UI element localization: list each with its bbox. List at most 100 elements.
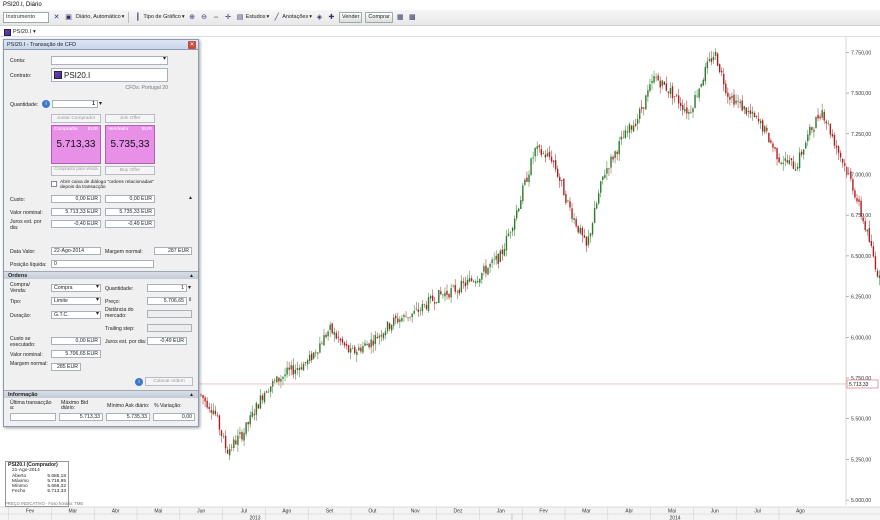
candle-body bbox=[827, 123, 829, 124]
candle-body bbox=[721, 70, 723, 73]
contract-field[interactable]: PSI20.I bbox=[51, 68, 168, 82]
candle-body bbox=[811, 127, 813, 130]
buy-offer-button[interactable]: Buy Offer bbox=[105, 166, 155, 175]
candle-body bbox=[472, 281, 475, 283]
zoom-out-icon[interactable]: ⊖ bbox=[200, 13, 209, 22]
candle-body bbox=[751, 111, 754, 114]
candle-body bbox=[716, 53, 719, 66]
candle-body bbox=[362, 346, 364, 353]
related-orders-checkbox[interactable] bbox=[51, 181, 57, 187]
stepper-icon[interactable]: ⇕ bbox=[188, 297, 192, 303]
collapse-icon[interactable]: ▲ bbox=[188, 195, 193, 201]
sell-button[interactable]: Vender bbox=[338, 12, 363, 23]
info-icon[interactable]: i bbox=[135, 378, 143, 386]
candle-body bbox=[616, 151, 618, 155]
buy-button[interactable]: Comprar bbox=[365, 12, 393, 23]
period-dropdown[interactable]: Diário, Automático ▾ bbox=[76, 12, 124, 23]
candle-body bbox=[530, 158, 532, 175]
candle-body bbox=[677, 95, 680, 104]
join-buyer-button[interactable]: Juntar Comprador bbox=[51, 114, 101, 123]
candle-body bbox=[792, 161, 795, 169]
close-icon[interactable]: ✕ bbox=[188, 41, 196, 49]
annotations-dropdown[interactable]: ╱ Anotações ▾ bbox=[272, 12, 312, 23]
type-select[interactable]: Limite bbox=[51, 297, 101, 305]
join-offer-button[interactable]: Join Offer bbox=[105, 114, 155, 123]
y-tick-label: 6.750,00 bbox=[851, 213, 871, 219]
candle-body bbox=[388, 323, 391, 329]
candle-body bbox=[294, 369, 296, 374]
candle-body bbox=[468, 278, 471, 282]
info-section-header[interactable]: Informação ▲ bbox=[4, 390, 198, 398]
market-dist-input[interactable] bbox=[147, 310, 192, 318]
settings-icon[interactable]: ▩ bbox=[408, 13, 417, 22]
candle-body bbox=[300, 367, 303, 370]
lock-icon[interactable]: ▣ bbox=[64, 13, 73, 22]
candle-body bbox=[809, 126, 811, 136]
trailing-input[interactable] bbox=[147, 324, 192, 332]
duration-select[interactable]: G.T.C. bbox=[51, 311, 101, 319]
candle-body bbox=[265, 391, 268, 393]
account-select[interactable] bbox=[51, 56, 168, 65]
candle-body bbox=[837, 146, 840, 153]
candle-body bbox=[729, 96, 731, 100]
candle-body bbox=[807, 134, 809, 142]
x-tick-label: Fev bbox=[26, 509, 35, 515]
zoom-in-icon[interactable]: ⊕ bbox=[188, 13, 197, 22]
candle-body bbox=[417, 309, 419, 312]
bid-price-box[interactable]: Comprador EUR 5.713,33 bbox=[51, 125, 101, 164]
instrument-input[interactable]: Instrumento bbox=[3, 12, 49, 23]
close-icon[interactable]: ✕ bbox=[52, 13, 61, 22]
candle-body bbox=[270, 386, 272, 392]
candle-body bbox=[401, 317, 403, 322]
candle-body bbox=[774, 147, 776, 149]
chart-type-dropdown[interactable]: ┃ Tipo de Gráfico ▾ bbox=[133, 12, 185, 23]
candle-body bbox=[376, 337, 378, 339]
alert-icon[interactable]: ▦ bbox=[396, 13, 405, 22]
candle-body bbox=[762, 120, 764, 132]
candle-body bbox=[817, 114, 819, 119]
x-tick-label: Mai bbox=[668, 509, 676, 515]
candle-body bbox=[577, 225, 579, 233]
candle-body bbox=[202, 395, 204, 398]
candle-body bbox=[641, 106, 643, 109]
candle-body bbox=[298, 367, 301, 370]
chevron-down-icon[interactable]: ▾ bbox=[99, 100, 102, 107]
orders-section-header[interactable]: Ordens ▲ bbox=[4, 271, 198, 279]
ask-price-box[interactable]: Vendedor EUR 5.735,33 bbox=[105, 125, 155, 164]
sell-to-buyer-button[interactable]: Comprador para Venda bbox=[51, 166, 101, 176]
candle-body bbox=[233, 439, 235, 448]
candle-body bbox=[405, 316, 407, 318]
candle-body bbox=[602, 176, 604, 181]
candle-body bbox=[764, 126, 766, 133]
ohlc-key: Fecho bbox=[12, 489, 26, 495]
candle-body bbox=[563, 178, 565, 196]
instrument-icon bbox=[54, 71, 62, 79]
chevron-down-icon: ▾ bbox=[309, 14, 312, 20]
place-order-button[interactable]: Colocar ordem bbox=[145, 377, 193, 386]
candle-body bbox=[561, 179, 563, 181]
exec-cost-value: 0,00 EUR bbox=[51, 337, 101, 345]
tab-psi20[interactable]: PSI20.I ▾ bbox=[4, 28, 36, 37]
chevron-down-icon: ▾ bbox=[121, 14, 125, 20]
interest-bid: -0,40 EUR bbox=[51, 220, 101, 228]
bid-price: 5.713,33 bbox=[56, 139, 96, 150]
candle-body bbox=[442, 294, 444, 296]
crosshair-icon[interactable]: ✛ bbox=[224, 13, 233, 22]
studies-dropdown[interactable]: ▤ Estudos ▾ bbox=[236, 12, 269, 23]
candle-body bbox=[714, 51, 717, 57]
candle-body bbox=[534, 147, 536, 157]
separator bbox=[128, 12, 130, 23]
toolbar: Instrumento ✕ ▣ Diário, Automático ▾ ┃ Tip… bbox=[0, 10, 880, 26]
quantity-input[interactable]: 1 bbox=[52, 100, 98, 108]
price-input[interactable]: 5.706,65 bbox=[147, 297, 187, 305]
chevron-down-icon[interactable]: ▾ bbox=[188, 284, 191, 291]
buysell-select[interactable]: Compra bbox=[51, 284, 101, 292]
pan-icon[interactable]: ⇔ bbox=[212, 13, 221, 22]
cursor-icon[interactable]: ✚ bbox=[327, 13, 336, 22]
candle-body bbox=[784, 158, 786, 161]
market-dist-label: Distância do mercado: bbox=[105, 307, 134, 319]
magnet-icon[interactable]: ◈ bbox=[315, 13, 324, 22]
info-icon[interactable]: i bbox=[42, 100, 50, 108]
qty-input[interactable]: 1 bbox=[147, 284, 187, 292]
candle-body bbox=[337, 336, 340, 338]
